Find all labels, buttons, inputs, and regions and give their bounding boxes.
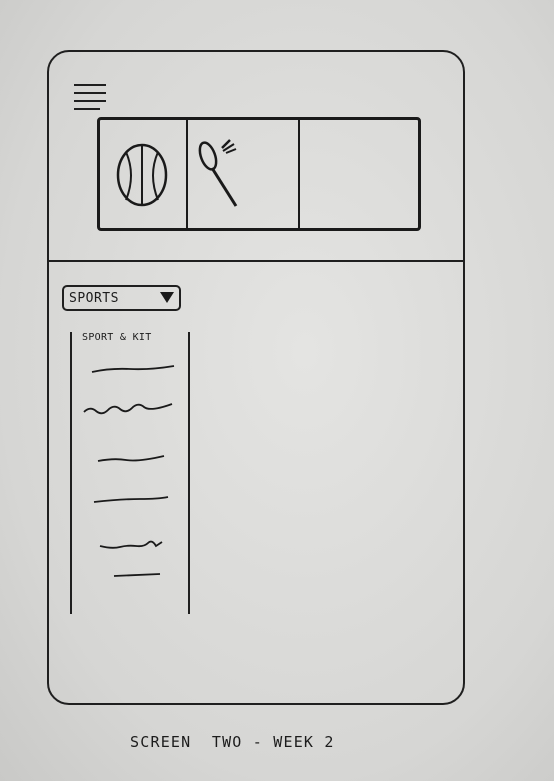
dropdown-selected-label: SPORTS xyxy=(69,290,119,306)
sports-dropdown[interactable]: SPORTS xyxy=(62,285,181,311)
category-carousel xyxy=(97,117,421,231)
list-left-border xyxy=(70,332,72,614)
carousel-tile-empty[interactable] xyxy=(300,120,418,228)
list-item[interactable] xyxy=(90,362,176,376)
hamburger-line xyxy=(74,92,106,94)
list-right-border xyxy=(188,332,190,614)
basketball-icon xyxy=(116,143,168,207)
caret-down-icon xyxy=(160,292,174,303)
carousel-tile-badminton[interactable] xyxy=(188,120,300,228)
sketch-caption: SCREEN TWO - WEEK 2 xyxy=(130,733,335,751)
header-divider xyxy=(47,260,465,262)
list-item[interactable] xyxy=(96,452,166,466)
list-item[interactable] xyxy=(112,568,162,582)
phone-frame: SPORTS SPORT & KIT xyxy=(47,50,465,705)
hamburger-line xyxy=(74,100,106,102)
hamburger-line xyxy=(74,108,100,110)
carousel-tile-basketball[interactable] xyxy=(100,120,188,228)
sport-kit-list: SPORT & KIT xyxy=(70,332,190,614)
list-item[interactable] xyxy=(92,492,170,506)
hamburger-icon[interactable] xyxy=(74,82,108,112)
list-item[interactable] xyxy=(82,402,174,416)
hamburger-line xyxy=(74,84,106,86)
badminton-icon xyxy=(198,139,238,207)
list-item[interactable] xyxy=(98,538,164,552)
list-title: SPORT & KIT xyxy=(82,332,152,343)
